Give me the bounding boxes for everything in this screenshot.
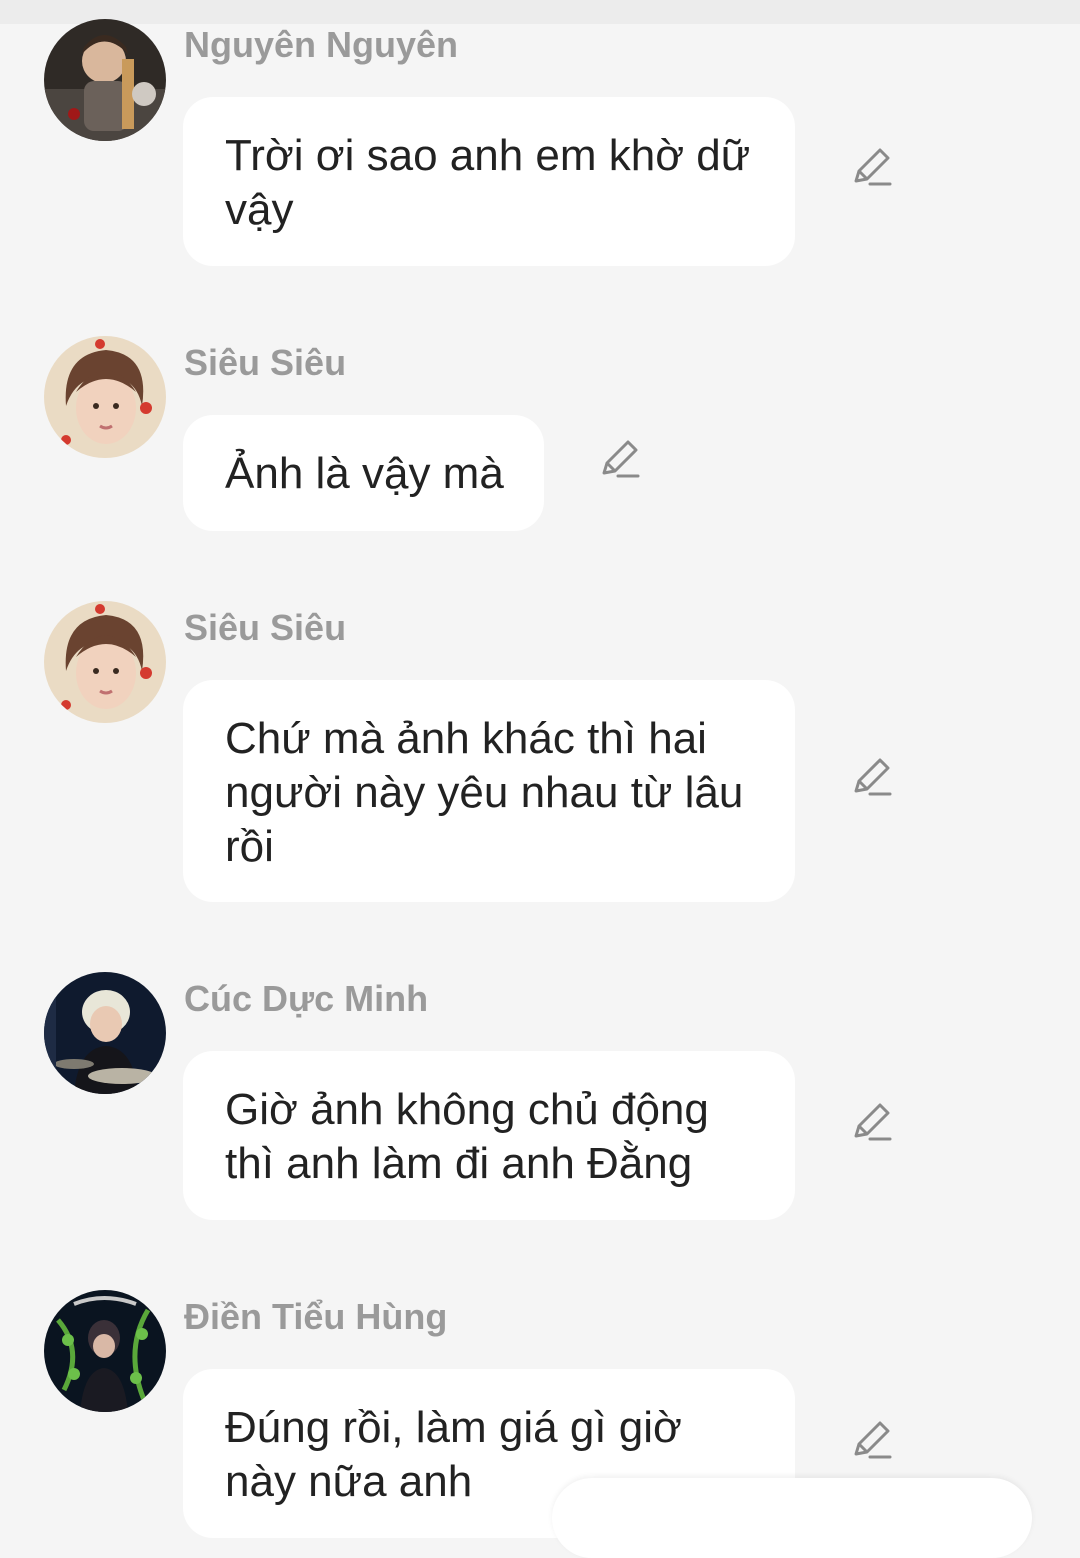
avatar[interactable] <box>44 601 166 723</box>
sender-name: Điền Tiểu Hùng <box>184 1296 448 1337</box>
message-bubble: Trời ơi sao anh em khờ dữ vậy <box>183 97 795 266</box>
edit-icon[interactable] <box>850 1100 894 1144</box>
floating-panel-edge <box>552 1478 1032 1558</box>
avatar[interactable] <box>44 972 166 1094</box>
message-bubble: Chứ mà ảnh khác thì hai người này yêu nh… <box>183 680 795 902</box>
message-bubble: Giờ ảnh không chủ động thì anh làm đi an… <box>183 1051 795 1220</box>
edit-icon[interactable] <box>850 145 894 189</box>
edit-icon[interactable] <box>850 755 894 799</box>
edit-icon[interactable] <box>598 437 642 481</box>
top-edge-strip <box>0 0 1080 24</box>
sender-name: Siêu Siêu <box>184 607 347 648</box>
edit-icon[interactable] <box>850 1418 894 1462</box>
avatar[interactable] <box>44 336 166 458</box>
avatar[interactable] <box>44 1290 166 1412</box>
sender-name: Nguyên Nguyên <box>184 24 459 65</box>
sender-name: Cúc Dực Minh <box>184 978 429 1019</box>
sender-name: Siêu Siêu <box>184 342 347 383</box>
avatar[interactable] <box>44 19 166 141</box>
message-bubble: Ảnh là vậy mà <box>183 415 544 531</box>
